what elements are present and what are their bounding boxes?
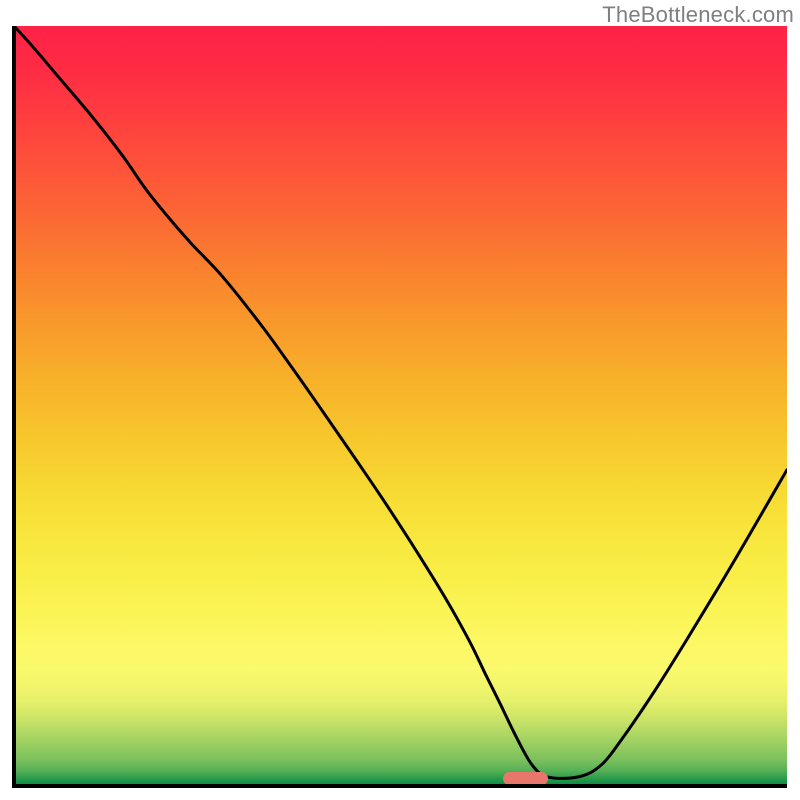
watermark-text: TheBottleneck.com	[602, 2, 794, 28]
line-curve	[14, 26, 787, 786]
minimum-marker-pill	[503, 772, 548, 785]
chart-container: { "watermark": "TheBottleneck.com", "col…	[0, 0, 800, 800]
plot-area	[14, 26, 787, 786]
